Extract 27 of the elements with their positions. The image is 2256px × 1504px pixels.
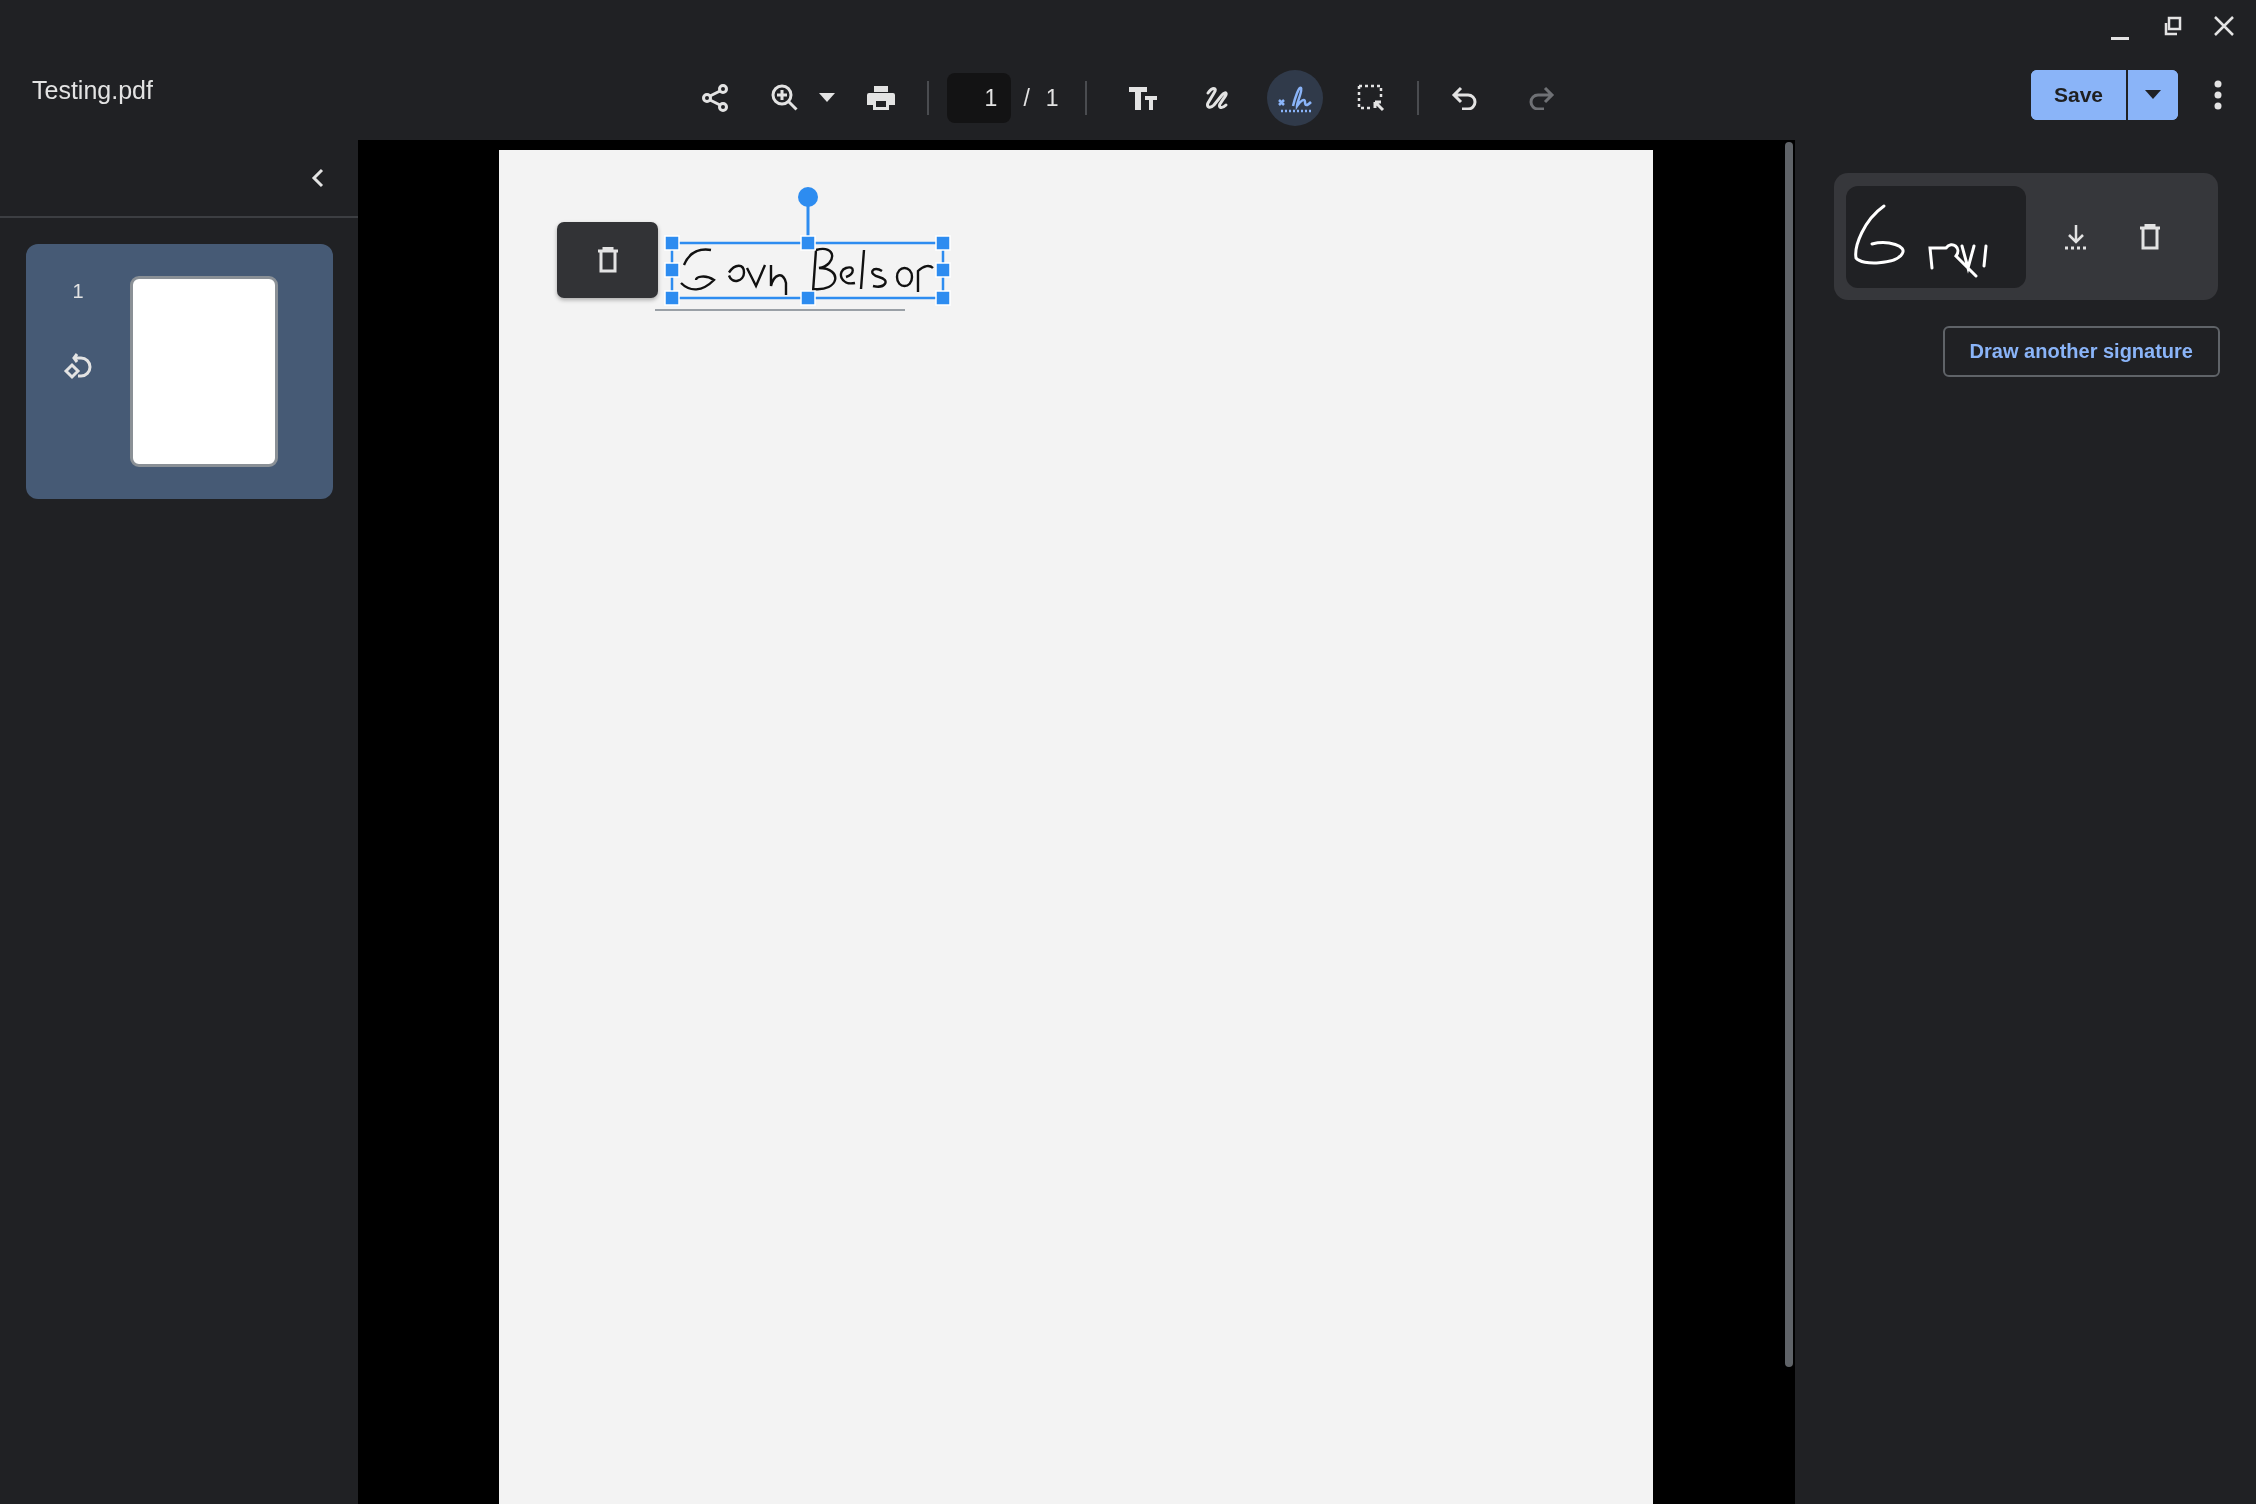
- select-area-icon: [1355, 83, 1386, 113]
- trash-icon: [2139, 223, 2161, 250]
- save-options-button[interactable]: [2126, 70, 2178, 120]
- page-separator: /: [1023, 84, 1030, 112]
- scrollbar[interactable]: [1785, 142, 1793, 1367]
- restore-icon: [2162, 16, 2182, 36]
- caret-icon: [2145, 90, 2161, 100]
- page-number: 1: [72, 280, 84, 303]
- download-icon: [2063, 222, 2089, 251]
- minimize-icon: [2111, 36, 2129, 40]
- document-title: Testing.pdf: [32, 76, 153, 105]
- signature-drawing[interactable]: [1846, 185, 2026, 288]
- printer-icon: [866, 84, 897, 112]
- page-total: 1: [1045, 84, 1059, 112]
- more-icon: [2213, 80, 2223, 110]
- page-number-field[interactable]: 1: [947, 73, 1012, 123]
- delete-button[interactable]: [557, 222, 658, 298]
- draw-another-signature-button[interactable]: Draw another signature: [1942, 326, 2220, 377]
- share-icon: [701, 84, 730, 112]
- chevron-left-icon: [311, 168, 325, 188]
- caret-icon: [819, 93, 836, 103]
- page-preview[interactable]: [130, 276, 278, 467]
- text-size-icon: [1126, 84, 1159, 112]
- trash-icon: [596, 247, 619, 273]
- undo-icon: [1450, 86, 1479, 110]
- close-icon: [2213, 15, 2235, 37]
- page-thumbnail-card[interactable]: 1: [26, 244, 333, 499]
